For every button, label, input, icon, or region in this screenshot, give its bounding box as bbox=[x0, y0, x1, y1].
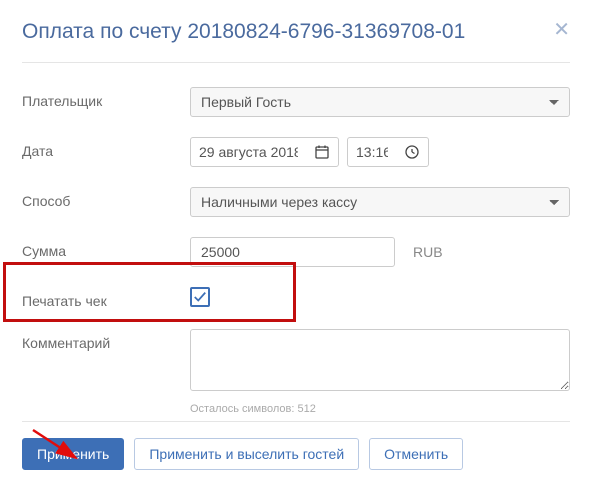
payer-select[interactable]: Первый Гость bbox=[190, 87, 570, 117]
char-counter: Осталось символов: 512 bbox=[190, 403, 570, 415]
time-input-group[interactable] bbox=[347, 137, 429, 167]
payer-label: Плательщик bbox=[22, 87, 190, 109]
clock-icon[interactable] bbox=[396, 144, 428, 160]
apply-checkout-button[interactable]: Применить и выселить гостей bbox=[134, 438, 359, 470]
amount-label: Сумма bbox=[22, 237, 190, 259]
apply-button[interactable]: Применить bbox=[22, 438, 124, 470]
date-input[interactable] bbox=[191, 138, 306, 166]
amount-input[interactable] bbox=[190, 237, 395, 267]
print-receipt-checkbox[interactable] bbox=[190, 287, 210, 307]
time-input[interactable] bbox=[348, 138, 396, 166]
method-select[interactable]: Наличными через кассу bbox=[190, 187, 570, 217]
date-label: Дата bbox=[22, 137, 190, 159]
close-icon[interactable]: ✕ bbox=[553, 20, 570, 40]
modal-title: Оплата по счету 20180824-6796-31369708-0… bbox=[22, 20, 465, 44]
comment-textarea[interactable] bbox=[190, 329, 570, 391]
print-receipt-label: Печатать чек bbox=[22, 287, 190, 309]
method-label: Способ bbox=[22, 187, 190, 209]
calendar-icon[interactable] bbox=[306, 144, 338, 160]
currency-label: RUB bbox=[413, 244, 443, 260]
comment-label: Комментарий bbox=[22, 329, 190, 351]
cancel-button[interactable]: Отменить bbox=[369, 438, 463, 470]
date-input-group[interactable] bbox=[190, 137, 339, 167]
